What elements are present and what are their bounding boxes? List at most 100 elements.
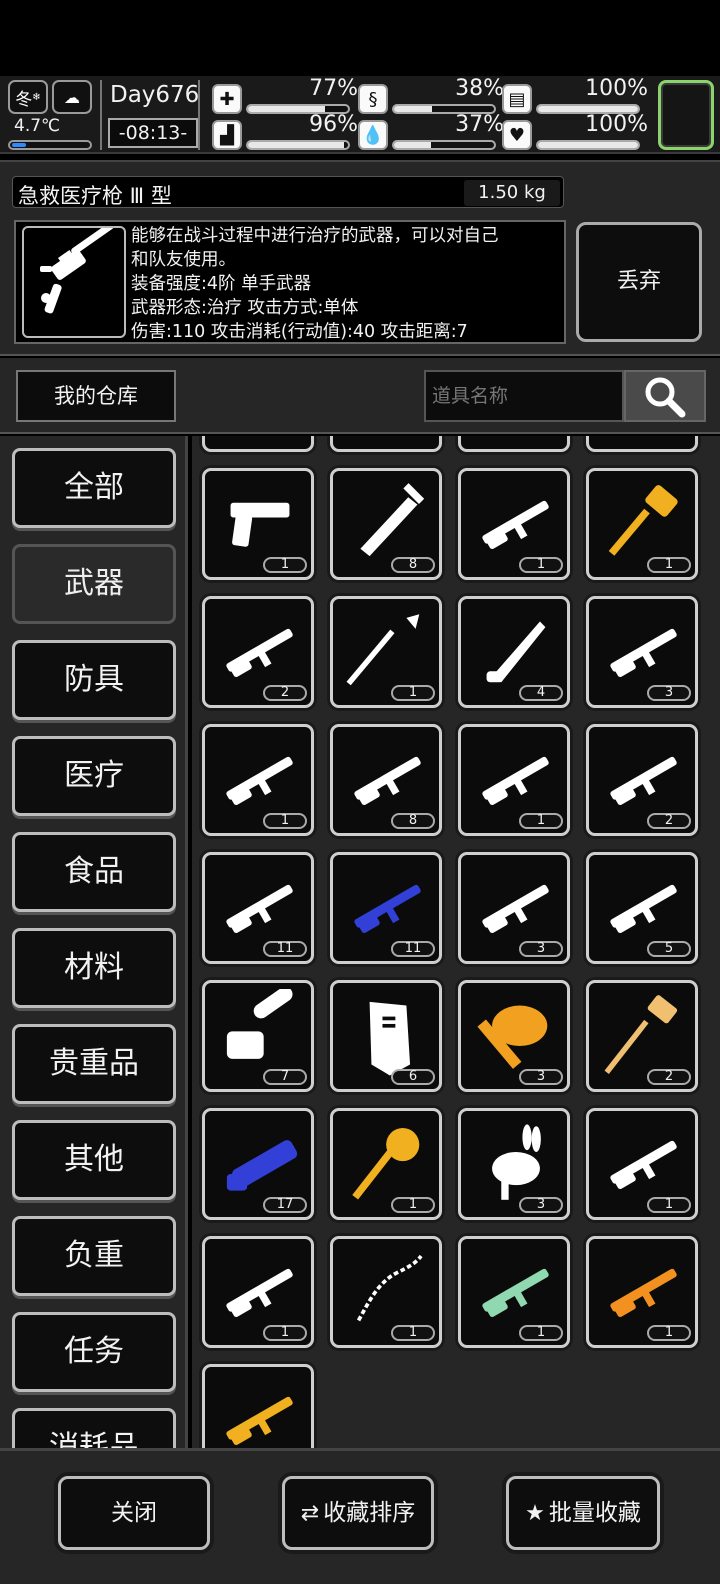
day-label: Day676 [110,82,200,108]
weather-icon: ☁ [52,80,92,114]
item-slot[interactable]: 1 [458,468,570,580]
category-tab[interactable]: 贵重品 [12,1024,176,1104]
item-slot[interactable]: 1 [586,1236,698,1348]
item-count-badge: 2 [263,685,307,701]
bolt-rifle-icon [226,756,293,806]
item-slot[interactable]: 8 [330,468,442,580]
search-button[interactable] [624,370,706,422]
category-tab[interactable]: 任务 [12,1312,176,1392]
item-count-badge: 3 [519,1069,563,1085]
item-count-badge: 1 [647,1325,691,1341]
item-slot[interactable]: 3 [458,980,570,1092]
medical-gun-icon [22,222,126,338]
item-count-badge: 2 [647,1069,691,1085]
sledgehammer-icon [604,995,678,1075]
golden-rifle-icon [226,1396,293,1446]
item-count-badge: 1 [647,557,691,573]
item-slot[interactable]: 4 [458,596,570,708]
item-slot[interactable]: 17 [202,1108,314,1220]
item-count-badge: 1 [263,557,307,573]
medkit-icon: ✚ [212,84,242,114]
category-tab[interactable]: 医疗 [12,736,176,816]
season-icon: 冬 ❄ [8,80,48,114]
item-slot[interactable]: 2 [586,980,698,1092]
item-slot[interactable]: 2 [202,596,314,708]
chain-whip-icon [356,1254,423,1322]
rifle-icon [482,500,549,550]
item-slot-partial[interactable] [202,436,314,452]
jade-blaster-icon [482,1268,549,1318]
grenade-launcher-icon [482,884,549,934]
item-slot[interactable] [202,1364,314,1448]
quick-slot[interactable] [658,80,714,150]
item-slot[interactable]: 8 [330,724,442,836]
item-count-badge: 1 [391,1325,435,1341]
item-slot-partial[interactable] [586,436,698,452]
orange-blaster-icon [610,1268,677,1318]
spear-icon [346,614,420,686]
item-slot[interactable]: 7 [202,980,314,1092]
item-count-badge: 1 [647,1197,691,1213]
category-tab[interactable]: 防具 [12,640,176,720]
batch-favorite-button[interactable]: ★ 批量收藏 [506,1476,660,1550]
battle-rifle-icon [610,884,677,934]
item-slot[interactable]: 11 [202,852,314,964]
item-count-badge: 17 [263,1197,307,1213]
category-tab[interactable]: 负重 [12,1216,176,1296]
item-slot[interactable]: 1 [330,1236,442,1348]
category-tab[interactable]: 材料 [12,928,176,1008]
item-slot[interactable]: 3 [458,1108,570,1220]
category-tab[interactable]: 食品 [12,832,176,912]
discard-button[interactable]: 丢弃 [576,222,702,342]
item-count-badge: 3 [519,941,563,957]
item-count-badge: 1 [263,813,307,829]
item-slot[interactable]: 1 [330,1108,442,1220]
warehouse-button[interactable]: 我的仓库 [16,370,176,422]
category-tab[interactable]: 全部 [12,448,176,528]
item-slot[interactable]: 1 [458,724,570,836]
category-tab[interactable]: 武器 [12,544,176,624]
item-slot[interactable]: 1 [202,724,314,836]
item-count-badge: 11 [263,941,307,957]
stat-value: 77% [309,76,358,101]
item-count-badge: 8 [391,813,435,829]
item-slot[interactable]: 11 [330,852,442,964]
stat-bar-fill [538,142,638,148]
item-slot[interactable]: 1 [586,1108,698,1220]
shotgun-icon [226,628,293,678]
item-slot[interactable]: 1 [586,468,698,580]
item-slot[interactable]: 1 [458,1236,570,1348]
flame-axe-icon [477,1005,548,1069]
category-tab[interactable]: 其他 [12,1120,176,1200]
scoped-rifle-icon [610,1140,677,1190]
item-slot-partial[interactable] [458,436,570,452]
sniper-rifle-icon [354,884,421,934]
stat-bar [536,140,640,150]
stamina-icon: ▤ [502,84,532,114]
close-button[interactable]: 关闭 [58,1476,210,1550]
item-count-badge: 5 [647,941,691,957]
sort-favorites-button[interactable]: ⇄ 收藏排序 [282,1476,434,1550]
item-slot-partial[interactable] [330,436,442,452]
item-slot[interactable]: 3 [586,596,698,708]
stat-value: 100% [585,76,648,101]
item-slot[interactable]: 5 [586,852,698,964]
item-slot[interactable]: 6 [330,980,442,1092]
item-slot[interactable]: 1 [202,468,314,580]
item-count-badge: 4 [519,685,563,701]
category-tab[interactable]: 消耗品 [12,1408,176,1448]
stat-bar-fill [248,142,344,148]
temperature-label: 4.7℃ [14,116,61,136]
item-count-badge: 8 [391,557,435,573]
item-slot[interactable]: 2 [586,724,698,836]
item-slot[interactable]: 1 [202,1236,314,1348]
search-input[interactable] [424,370,624,422]
greatsword-icon [360,483,425,557]
item-slot[interactable]: 1 [330,596,442,708]
item-count-badge: 3 [647,685,691,701]
item-count-badge: 1 [519,813,563,829]
item-count-badge: 6 [391,1069,435,1085]
clock-label: -08:13- [108,118,198,148]
item-slot[interactable]: 3 [458,852,570,964]
item-description: 能够在战斗过程中进行治疗的武器，可以对自己 和队友使用。 装备强度:4阶 单手武… [131,226,499,342]
